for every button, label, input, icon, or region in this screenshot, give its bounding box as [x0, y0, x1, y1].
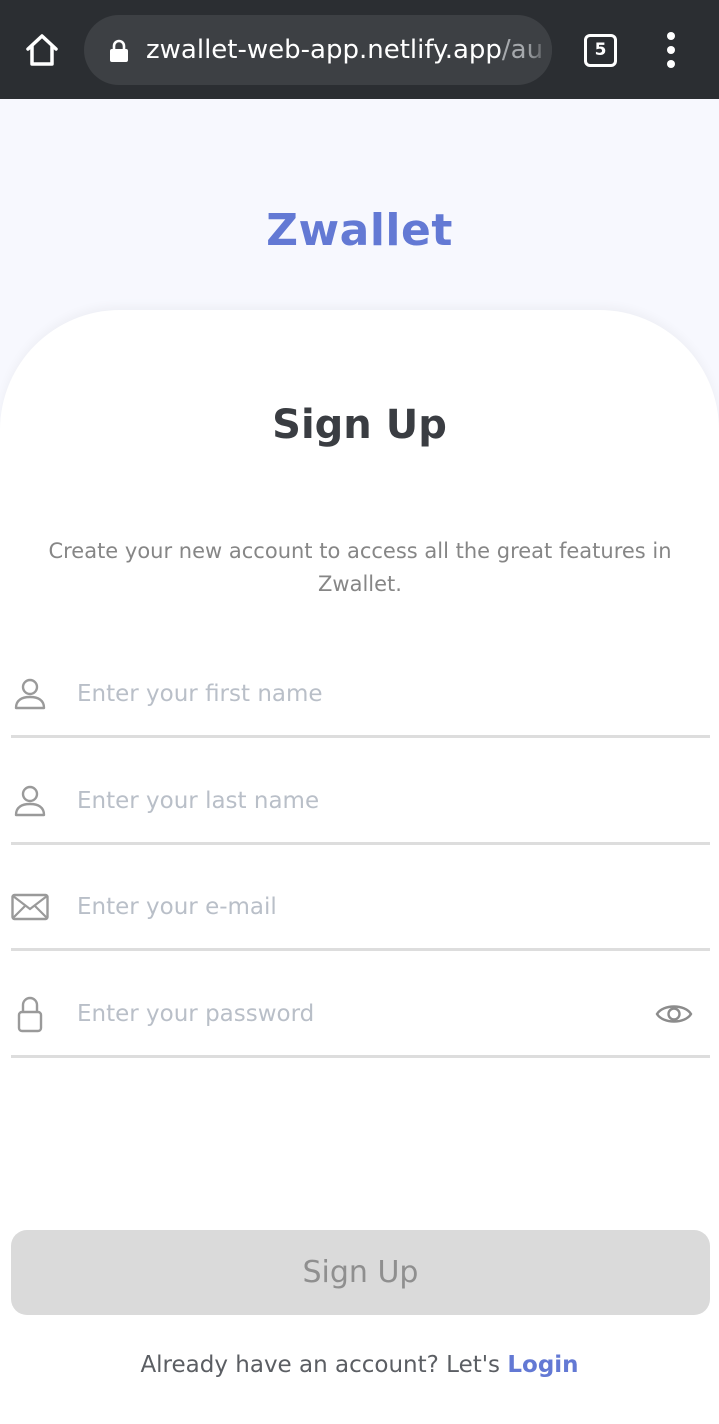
first-name-input[interactable] [77, 673, 637, 715]
email-field [11, 868, 710, 951]
url-host: zwallet-web-app.netlify.app [146, 35, 502, 65]
user-icon [11, 782, 49, 820]
kebab-menu-icon[interactable] [656, 30, 686, 70]
login-prompt: Already have an account? Let's Login [0, 1352, 719, 1378]
brand-logo: Zwallet [266, 205, 453, 256]
last-name-input[interactable] [77, 780, 637, 822]
page-title: Sign Up [272, 402, 447, 448]
email-input[interactable] [77, 886, 637, 928]
password-input[interactable] [77, 993, 637, 1035]
signup-button[interactable]: Sign Up [11, 1230, 710, 1315]
signup-card: Sign Up Create your new account to acces… [0, 310, 719, 1424]
login-link[interactable]: Login [507, 1352, 578, 1378]
page-subtitle: Create your new account to access all th… [48, 539, 672, 596]
lock-icon [11, 995, 49, 1033]
last-name-field [11, 762, 710, 845]
tab-count-button[interactable]: 5 [584, 34, 617, 67]
browser-toolbar: zwallet-web-app.netlify.app/au 5 [0, 0, 719, 99]
url-text: zwallet-web-app.netlify.app/au [146, 15, 552, 85]
address-bar[interactable]: zwallet-web-app.netlify.app/au [84, 15, 552, 85]
home-icon[interactable] [22, 30, 62, 70]
lock-icon [108, 39, 130, 63]
mail-icon [11, 888, 49, 926]
login-prompt-text: Already have an account? Let's [140, 1352, 501, 1378]
user-icon [11, 675, 49, 713]
url-fade [526, 15, 552, 85]
first-name-field [11, 655, 710, 738]
eye-icon[interactable] [655, 997, 693, 1031]
password-field [11, 975, 710, 1058]
